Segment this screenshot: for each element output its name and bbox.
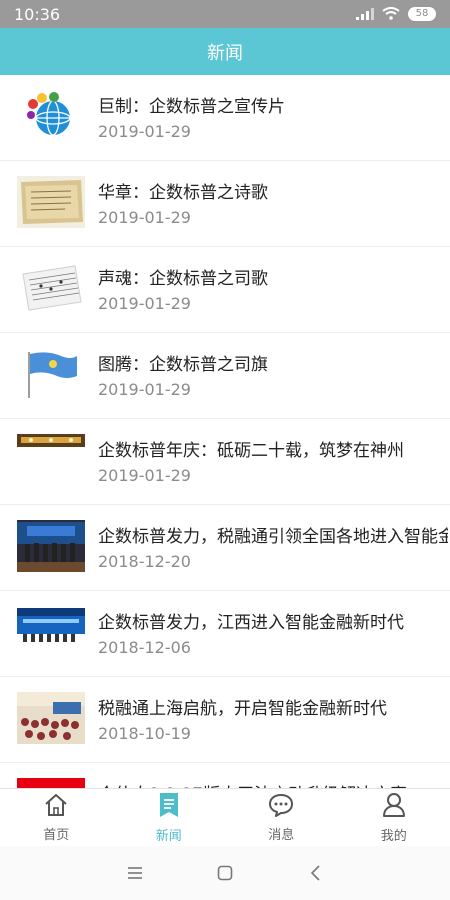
tab-news-label: 新闻	[155, 828, 182, 844]
home-icon	[43, 793, 69, 821]
news-date: 2018-10-19	[98, 724, 191, 743]
news-date: 2019-01-29	[98, 466, 191, 485]
status-icons: 58	[356, 5, 436, 24]
news-list[interactable]: 巨制：企数标普之宣传片 2019-01-29 华章：企数标普之诗歌 2019-0…	[0, 75, 450, 788]
news-title: 声魂：企数标普之司歌	[98, 269, 268, 289]
status-bar: 10:36 58	[0, 0, 450, 28]
news-title: 企数标普发力，江西进入智能金融新时代	[98, 613, 404, 633]
user-icon	[382, 792, 406, 822]
news-bookmark-icon	[158, 792, 180, 822]
news-title: 图腾：企数标普之司旗	[98, 355, 268, 375]
news-date: 2018-12-20	[98, 552, 191, 571]
news-list-item[interactable]: 图腾：企数标普之司旗 2019-01-29	[0, 333, 450, 419]
system-navigation-bar	[0, 846, 450, 900]
banquet-hall-thumbnail	[17, 434, 85, 486]
bottom-tab-bar: 首页 新闻 消息 我的	[0, 788, 450, 846]
tab-profile[interactable]: 我的	[338, 789, 450, 846]
news-list-item[interactable]: 企数标普发力，税融通引领全国各地进入智能金融新时代 2018-12-20	[0, 505, 450, 591]
news-list-item[interactable]: 巨制：企数标普之宣传片 2019-01-29	[0, 75, 450, 161]
news-title: 税融通上海启航，开启智能金融新时代	[98, 699, 387, 719]
flag-thumbnail	[17, 348, 85, 400]
news-date: 2019-01-29	[98, 208, 191, 227]
wifi-icon	[382, 5, 400, 24]
news-list-item[interactable]: 华章：企数标普之诗歌 2019-01-29	[0, 161, 450, 247]
globe-logo-thumbnail	[17, 90, 85, 142]
tab-home-label: 首页	[43, 827, 70, 843]
news-title: 企数标普年庆：砥砺二十载，筑梦在神州	[98, 441, 404, 461]
news-date: 2018-12-06	[98, 638, 191, 657]
tab-profile-label: 我的	[380, 828, 407, 844]
tab-messages-label: 消息	[268, 827, 295, 843]
parchment-scroll-thumbnail	[17, 176, 85, 228]
news-title: 巨制：企数标普之宣传片	[98, 97, 285, 117]
tab-messages[interactable]: 消息	[225, 789, 338, 846]
conference-banner-thumbnail	[17, 606, 85, 658]
news-date: 2019-01-29	[98, 380, 191, 399]
tab-home[interactable]: 首页	[0, 789, 113, 846]
news-list-item[interactable]: 声魂：企数标普之司歌 2019-01-29	[0, 247, 450, 333]
page-title: 新闻	[207, 42, 243, 64]
signal-icon	[356, 5, 374, 24]
news-title: 合伙人1.2.27版本无法启动升级解决方案	[98, 780, 448, 788]
news-date: 2019-01-29	[98, 294, 191, 313]
status-time: 10:36	[14, 4, 61, 24]
red-block-thumbnail	[17, 778, 85, 788]
app-header: 新闻	[0, 28, 450, 75]
news-date: 2019-01-29	[98, 122, 191, 141]
back-icon[interactable]	[295, 853, 335, 893]
news-list-item[interactable]: 税融通上海启航，开启智能金融新时代 2018-10-19	[0, 677, 450, 763]
stage-group-photo-thumbnail	[17, 520, 85, 572]
battery-indicator: 58	[408, 7, 436, 21]
audience-hall-thumbnail	[17, 692, 85, 744]
news-title: 华章：企数标普之诗歌	[98, 183, 268, 203]
phone-screen: 10:36 58 新闻 巨制：企数标普之宣传片 2019-01-29 华章：企数…	[0, 0, 450, 900]
news-title: 企数标普发力，税融通引领全国各地进入智能金融新时代	[98, 527, 448, 547]
sheet-music-thumbnail	[17, 262, 85, 314]
message-bubble-icon	[268, 793, 294, 821]
home-square-icon[interactable]	[205, 853, 245, 893]
news-list-item[interactable]: 企数标普发力，江西进入智能金融新时代 2018-12-06	[0, 591, 450, 677]
news-list-item[interactable]: 合伙人1.2.27版本无法启动升级解决方案	[0, 763, 450, 788]
tab-news[interactable]: 新闻	[113, 789, 226, 846]
news-list-item[interactable]: 企数标普年庆：砥砺二十载，筑梦在神州 2019-01-29	[0, 419, 450, 505]
menu-icon[interactable]	[115, 853, 155, 893]
